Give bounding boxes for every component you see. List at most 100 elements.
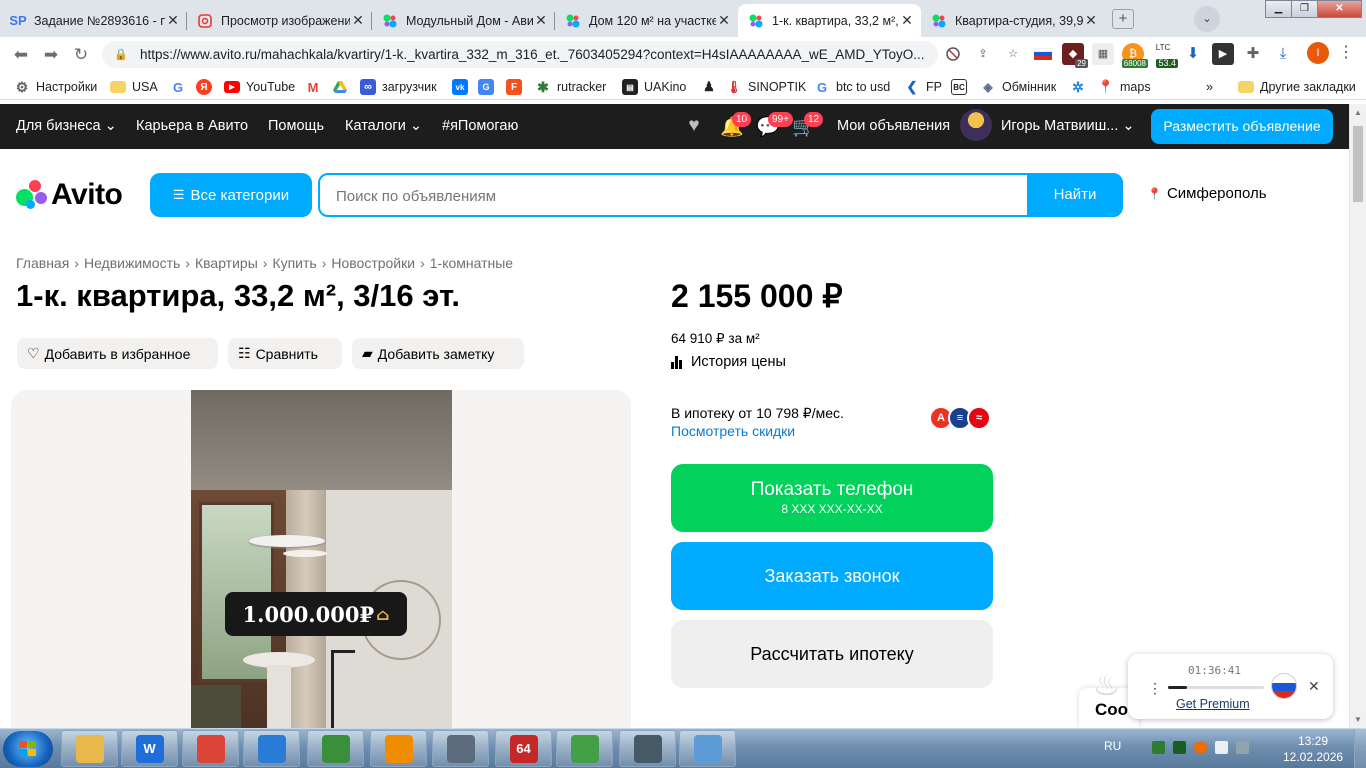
browser-menu-icon[interactable]: ⋮	[1338, 42, 1354, 62]
bookmark-uakino[interactable]: ▤ UAKino	[622, 78, 686, 96]
city-selector[interactable]: 📍 Симферополь	[1147, 185, 1267, 202]
network-tray-icon[interactable]	[1215, 741, 1228, 754]
maximize-button[interactable]: ❐	[1291, 0, 1318, 18]
scroll-down-icon[interactable]: ▼	[1354, 715, 1362, 724]
close-icon[interactable]: ✕	[1308, 678, 1320, 695]
close-tab-icon[interactable]: ✕	[350, 12, 366, 29]
taskbar-app-button[interactable]	[619, 730, 676, 767]
tray-app-icon[interactable]	[1194, 741, 1207, 754]
taskbar-app-button[interactable]	[243, 730, 300, 767]
blocked-icon[interactable]	[942, 43, 964, 65]
address-bar[interactable]: 🔒 https://www.avito.ru/mahachkala/kvarti…	[102, 41, 938, 68]
browser-tab[interactable]: Просмотр изображени ✕	[187, 4, 372, 37]
nav-help[interactable]: Помощь	[268, 118, 324, 134]
bookmark-figure[interactable]: ♟	[701, 78, 723, 96]
close-tab-icon[interactable]: ✕	[165, 12, 181, 29]
nav-ihelp[interactable]: #яПомогаю	[442, 118, 518, 134]
reload-button[interactable]: ↻	[70, 44, 92, 66]
bookmark-downloader[interactable]: ∞ загрузчик	[360, 78, 437, 96]
order-call-button[interactable]: Заказать звонок	[671, 542, 993, 610]
system-clock[interactable]: 13:29 12.02.2026	[1283, 733, 1343, 765]
browser-tab-active[interactable]: 1-к. квартира, 33,2 м², 3 ✕	[738, 4, 921, 37]
browser-tab[interactable]: Модульный Дом - Авит ✕	[372, 4, 555, 37]
close-tab-icon[interactable]: ✕	[533, 12, 549, 29]
bookmark-fp[interactable]: ❮ FP	[904, 78, 942, 96]
bitcoin-icon[interactable]: ₿ 68008	[1121, 43, 1148, 68]
close-tab-icon[interactable]: ✕	[716, 12, 732, 29]
cart-icon[interactable]: 🛒 12	[792, 112, 824, 138]
browser-tab[interactable]: SP Задание №2893616 - п ✕	[0, 4, 187, 37]
tab-search-button[interactable]: ⌄	[1194, 6, 1220, 32]
lock-icon[interactable]: 🔒	[114, 48, 128, 61]
back-button[interactable]: ⬅	[10, 44, 32, 66]
new-tab-button[interactable]: +	[1112, 9, 1134, 29]
language-indicator[interactable]: RU	[1104, 739, 1121, 753]
puzzle-icon[interactable]: ✚	[1242, 43, 1264, 65]
breadcrumb-item[interactable]: Новостройки	[331, 255, 415, 271]
photo-gallery[interactable]: 1.000.000₽ ⌂	[11, 390, 631, 730]
scroll-up-icon[interactable]: ▲	[1354, 108, 1362, 117]
bookmark-vk[interactable]: vk	[452, 78, 474, 96]
extension-icon[interactable]: ▶	[1212, 43, 1234, 65]
bookmark-youtube[interactable]: ▶ YouTube	[224, 78, 295, 96]
taskbar-app-button[interactable]	[307, 730, 364, 767]
bookmark-exchanger[interactable]: ◈ Обмінник	[980, 78, 1056, 96]
bookmark-bc[interactable]: BC	[951, 78, 973, 96]
taskbar-app-button[interactable]	[370, 730, 427, 767]
bookmark-maps[interactable]: 📍 maps	[1098, 78, 1151, 96]
get-premium-link[interactable]: Get Premium	[1176, 697, 1250, 711]
breadcrumb-item[interactable]: Недвижимость	[84, 255, 180, 271]
extension-icon[interactable]: ◆ 29	[1062, 43, 1088, 68]
nav-career[interactable]: Карьера в Авито	[136, 118, 248, 134]
taskbar-app-button[interactable]	[679, 730, 736, 767]
breadcrumb-item[interactable]: Купить	[272, 255, 316, 271]
bookmark-google[interactable]: G	[170, 78, 192, 96]
search-input[interactable]	[336, 185, 1016, 207]
page-scrollbar[interactable]: ▲ ▼	[1349, 104, 1366, 728]
avito-logo[interactable]: Avito	[16, 178, 123, 212]
nav-for-business[interactable]: Для бизнеса ⌄	[16, 118, 117, 134]
start-button[interactable]	[3, 731, 53, 767]
share-icon[interactable]: ⇪	[972, 43, 994, 65]
browser-tab[interactable]: Квартира-студия, 39,9 м ✕	[921, 4, 1105, 37]
bookmark-rutracker[interactable]: ✱ rutracker	[535, 78, 606, 96]
breadcrumb-item[interactable]: 1-комнатные	[430, 255, 513, 271]
minimize-button[interactable]: ▁	[1265, 0, 1292, 18]
nav-my-ads[interactable]: Мои объявления	[837, 118, 950, 134]
taskbar-app-button[interactable]: W	[121, 730, 178, 767]
bookmark-yandex[interactable]: Я	[196, 78, 218, 96]
favorites-heart-icon[interactable]: ♥	[682, 115, 706, 137]
compare-button[interactable]: ☷ Сравнить	[228, 338, 342, 369]
scrollbar-thumb[interactable]	[1353, 126, 1363, 202]
bookmark-f[interactable]: F	[506, 78, 528, 96]
profile-avatar[interactable]: I	[1307, 42, 1329, 64]
see-discounts-link[interactable]: Посмотреть скидки	[671, 423, 795, 439]
taskbar-app-button[interactable]	[556, 730, 613, 767]
bookmark-sinoptik[interactable]: 🌡 SINOPTIK	[726, 78, 806, 96]
close-tab-icon[interactable]: ✕	[1083, 12, 1099, 29]
notifications-bell-icon[interactable]: 🔔 10	[720, 112, 752, 138]
show-phone-button[interactable]: Показать телефон 8 XXX XXX-XX-XX	[671, 464, 993, 532]
post-ad-button[interactable]: Разместить объявление	[1151, 109, 1333, 144]
taskbar-app-button[interactable]: 64	[495, 730, 552, 767]
messages-icon[interactable]: 💬 99+	[756, 112, 793, 138]
listing-photo[interactable]: 1.000.000₽ ⌂	[191, 390, 452, 730]
nav-user-menu[interactable]: Игорь Матвииш... ⌄	[1001, 118, 1135, 134]
add-to-favorites-button[interactable]: ♡ Добавить в избранное	[17, 338, 218, 369]
download-arrow-icon[interactable]: ⬇	[1182, 43, 1204, 65]
tray-app-icon[interactable]	[1152, 741, 1165, 754]
calculate-mortgage-button[interactable]: Рассчитать ипотеку	[671, 620, 993, 688]
bookmark-star-icon[interactable]: ☆	[1002, 43, 1024, 65]
ltc-icon[interactable]: LTC 53.4	[1152, 43, 1178, 68]
close-window-button[interactable]: ✕	[1317, 0, 1362, 18]
bookmark-gmail[interactable]: M	[305, 78, 327, 96]
tray-app-icon[interactable]	[1173, 741, 1186, 754]
more-bookmarks-button[interactable]: »	[1206, 78, 1213, 96]
close-tab-icon[interactable]: ✕	[899, 12, 915, 29]
bookmark-snowflake[interactable]: ✲	[1070, 78, 1092, 96]
bookmark-settings[interactable]: ⚙ Настройки	[14, 78, 98, 96]
show-desktop-button[interactable]	[1354, 729, 1366, 768]
bookmark-drive[interactable]	[332, 78, 354, 96]
browser-tab[interactable]: Дом 120 м² на участке ✕	[555, 4, 738, 37]
taskbar-app-button[interactable]	[432, 730, 489, 767]
